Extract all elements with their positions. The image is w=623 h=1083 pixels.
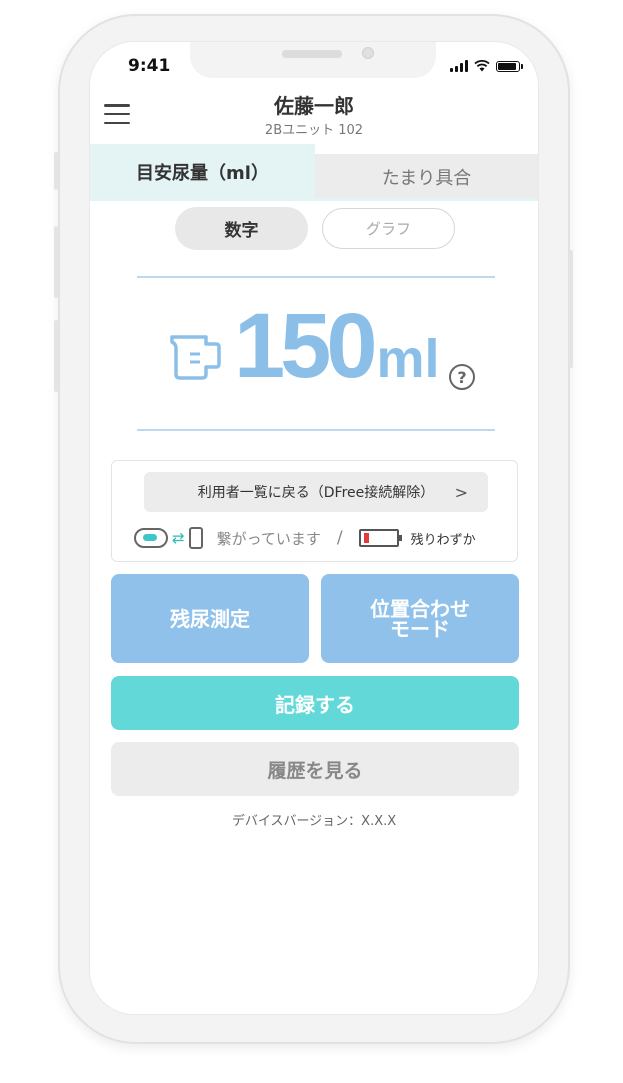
urine-amount: 150 ml [234, 300, 440, 400]
record-button[interactable]: 記録する [111, 676, 519, 730]
help-icon[interactable]: ? [449, 364, 475, 390]
status-icons [450, 60, 523, 72]
residual-measurement-button[interactable]: 残尿測定 [111, 574, 309, 663]
tab-fill-level[interactable]: たまり具合 [315, 154, 538, 200]
sync-arrows-icon: ⇄ [172, 529, 185, 547]
amount-unit: ml [376, 329, 440, 389]
back-button-label: 利用者一覧に戻る（DFree接続解除） [197, 485, 435, 501]
app-screen: 9:41 佐藤一郎 2Bユニット 102 目安尿量（ml） たまり具合 数字 グ… [90, 42, 538, 1014]
divider-bottom [137, 429, 495, 431]
notch [190, 42, 436, 78]
back-to-user-list-button[interactable]: 利用者一覧に戻る（DFree接続解除） > [144, 472, 488, 512]
dfree-sensor-icon [134, 528, 168, 548]
measuring-cup-icon [170, 335, 221, 380]
chevron-right-icon: > [454, 482, 468, 502]
amount-value: 150 [234, 295, 377, 397]
signal-icon [450, 60, 468, 72]
volume-down-button [54, 320, 58, 392]
power-button [569, 250, 573, 368]
battery-icon [496, 60, 523, 72]
low-battery-icon [358, 529, 402, 547]
smartphone-icon [188, 527, 203, 549]
camera [362, 47, 374, 59]
user-name: 佐藤一郎 [274, 94, 354, 118]
status-time: 9:41 [128, 56, 171, 76]
battery-status-text: 残りわずか [410, 532, 476, 548]
position-mode-button[interactable]: 位置合わせ モード [321, 574, 519, 663]
connection-status-row: ⇄ 繋がっています / 残りわずか [134, 523, 503, 553]
mute-switch [54, 152, 58, 190]
toggle-graph[interactable]: グラフ [322, 208, 455, 249]
view-history-button[interactable]: 履歴を見る [111, 742, 519, 796]
tab-urine-volume[interactable]: 目安尿量（ml） [90, 144, 315, 200]
status-separator: / [336, 528, 343, 548]
wifi-icon [474, 60, 490, 72]
speaker [282, 50, 342, 58]
device-version: デバイスバージョン：X.X.X [231, 814, 397, 829]
device-panel: 利用者一覧に戻る（DFree接続解除） > ⇄ 繋がっています / 残りわずか [111, 460, 518, 562]
volume-up-button [54, 226, 58, 298]
user-unit: 2Bユニット 102 [264, 123, 364, 138]
divider-top [137, 276, 495, 278]
tab-bar: 目安尿量（ml） たまり具合 [90, 144, 538, 200]
tab-underline [90, 198, 538, 201]
connection-status-text: 繋がっています [216, 529, 321, 548]
toggle-numeric[interactable]: 数字 [175, 207, 308, 250]
